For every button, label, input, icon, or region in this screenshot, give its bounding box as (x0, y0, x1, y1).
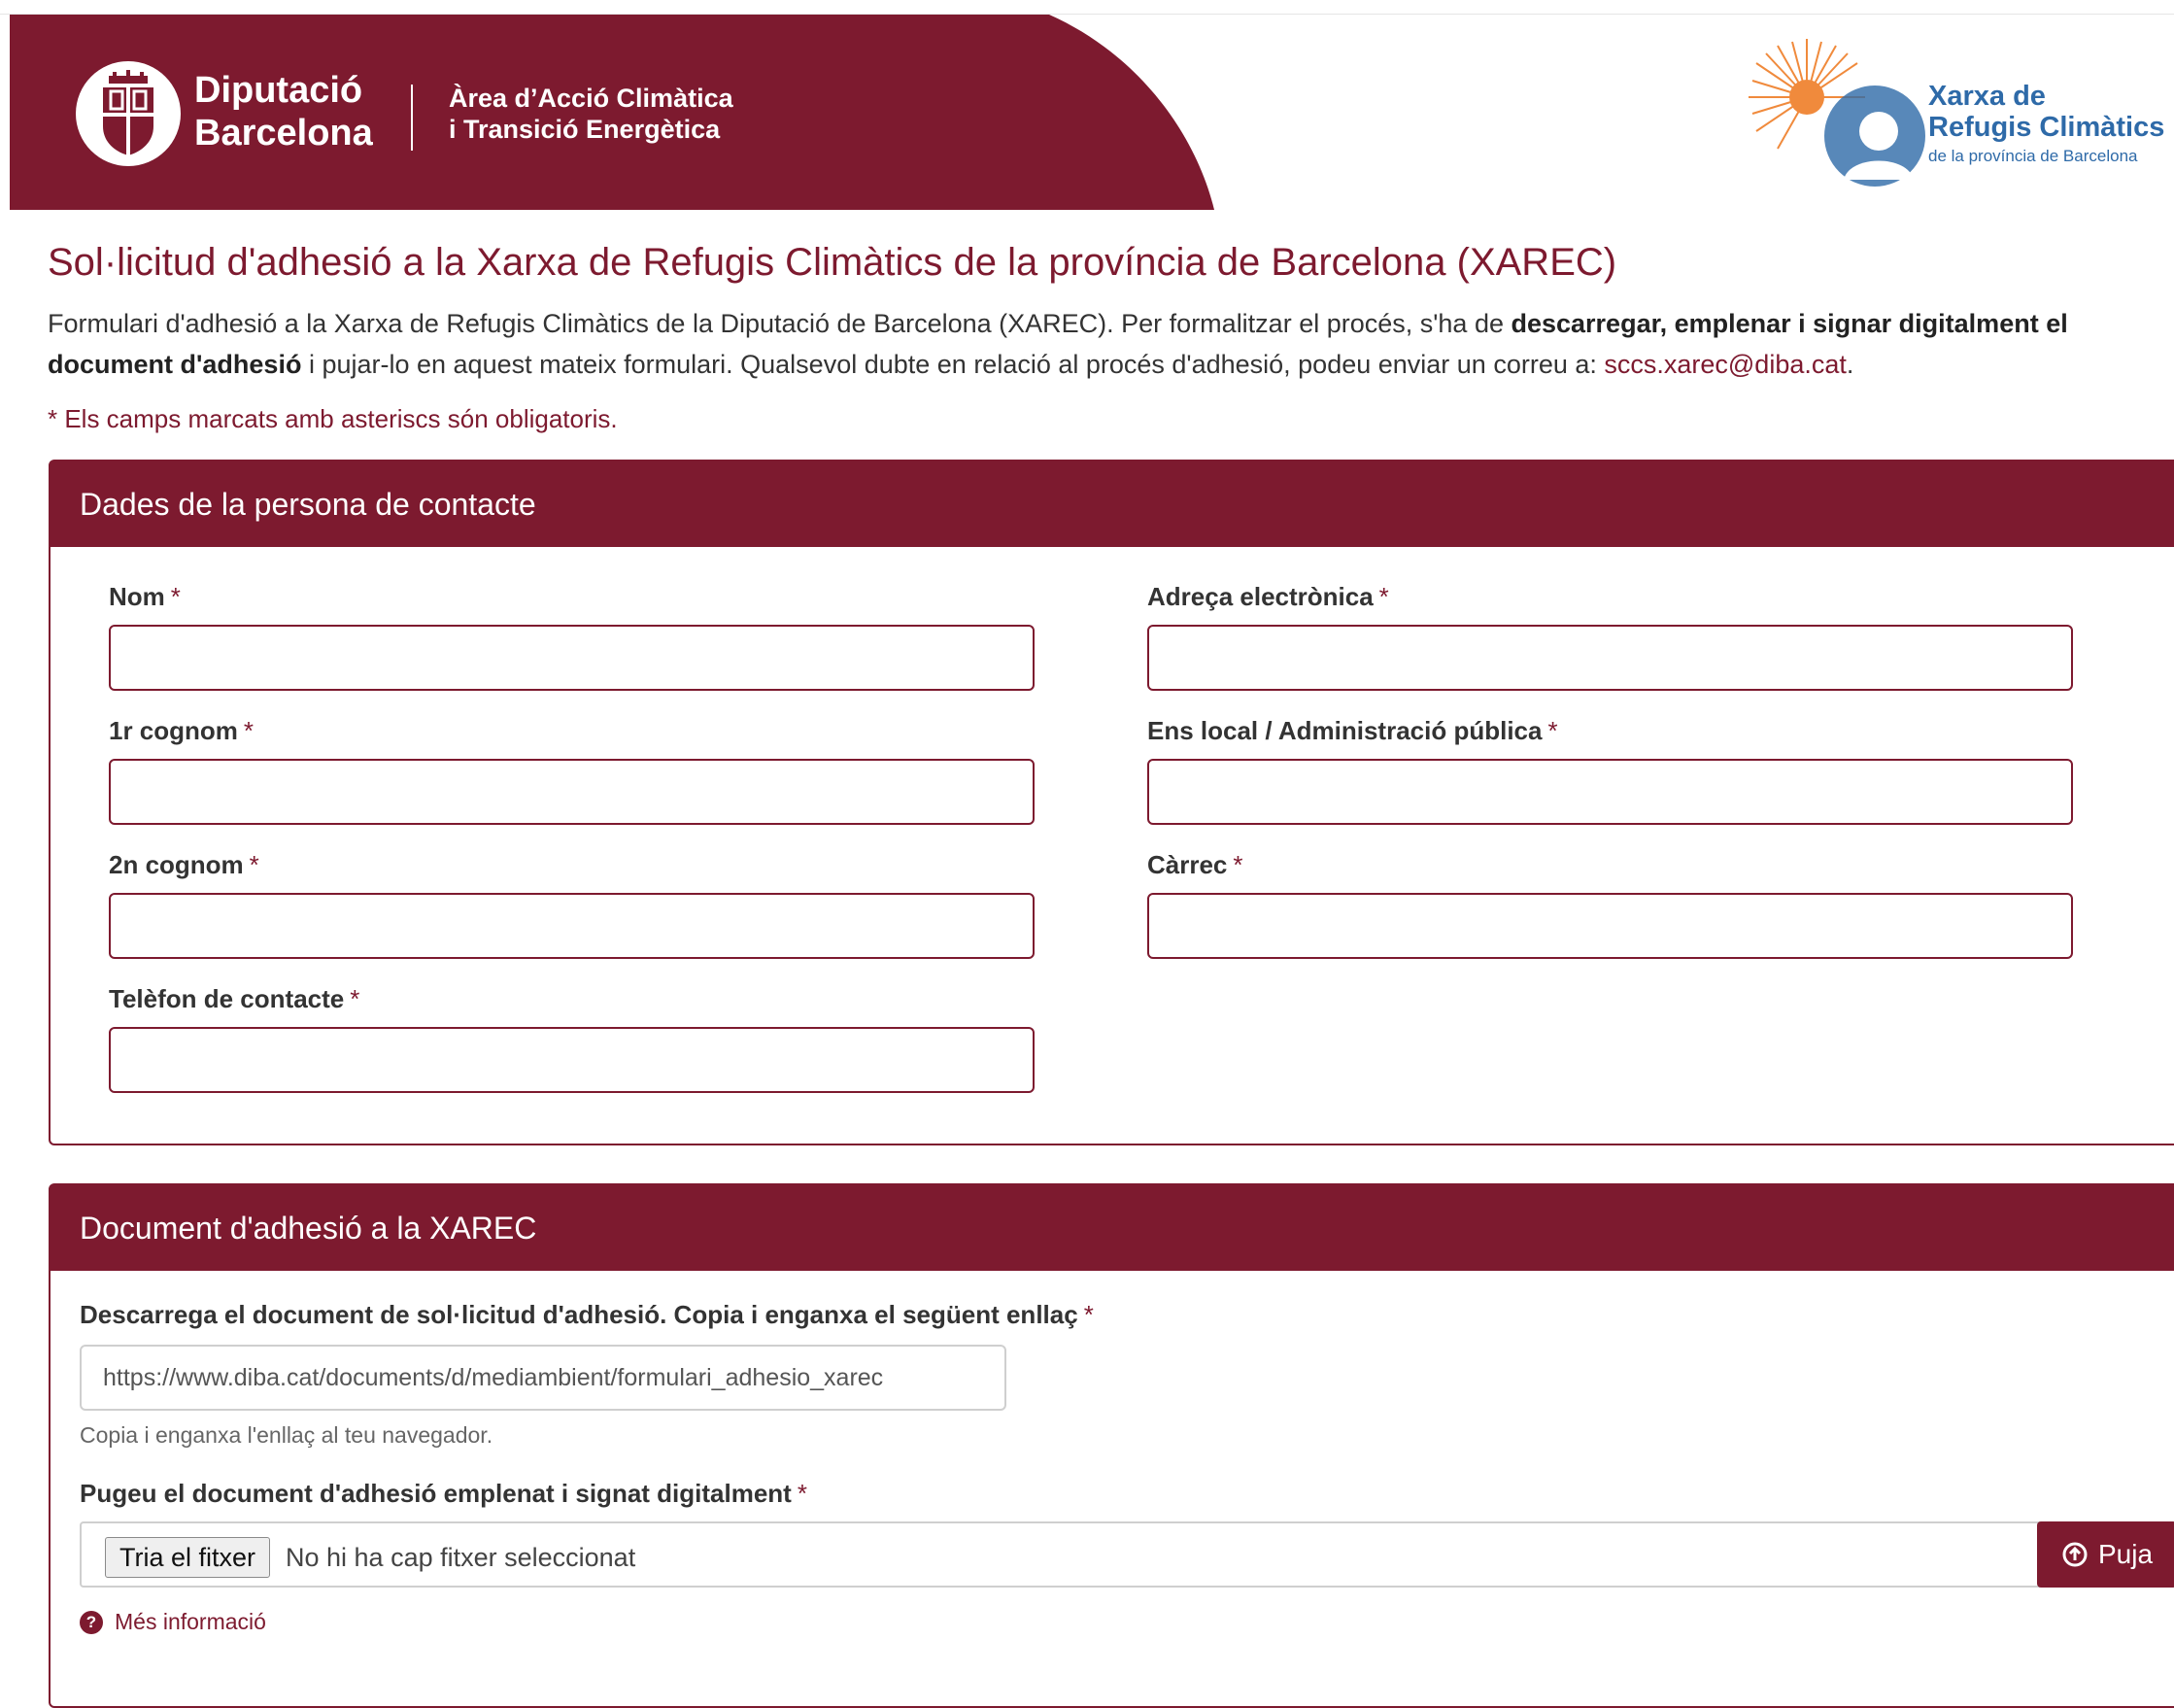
xarec-name: Xarxa de Refugis Climàtics (1928, 81, 2165, 143)
document-panel-heading: Document d'adhesió a la XAREC (51, 1185, 2174, 1271)
second-surname-input[interactable] (109, 893, 1035, 959)
upload-arrow-icon (2062, 1542, 2088, 1567)
second-surname-label: 2n cognom * (109, 850, 259, 879)
contact-panel: Dades de la persona de contacte Nom * 1r … (49, 460, 2174, 1145)
question-icon: ? (80, 1610, 103, 1634)
position-label: Càrrec * (1147, 850, 1243, 879)
link-help-text: Copia i enganxa l'enllaç al teu navegado… (80, 1422, 493, 1448)
site-header: Diputació Barcelona Àrea d’Acció Climàti… (10, 15, 2174, 210)
upload-button[interactable]: Puja (2037, 1521, 2174, 1588)
entity-label: Ens local / Administració pública * (1147, 716, 1558, 745)
choose-file-button[interactable]: Tria el fitxer (105, 1537, 271, 1578)
email-label: Adreça electrònica * (1147, 582, 1389, 611)
entity-input[interactable] (1147, 759, 2073, 825)
header-separator (411, 85, 413, 151)
required-fields-note: * Els camps marcats amb asteriscs són ob… (48, 404, 618, 433)
download-label: Descarrega el document de sol·licitud d'… (80, 1300, 1094, 1329)
diputacio-shield-icon[interactable] (76, 61, 181, 166)
upload-label: Pugeu el document d'adhesió emplenat i s… (80, 1479, 807, 1508)
phone-label: Telèfon de contacte * (109, 984, 360, 1013)
no-file-text: No hi ha cap fitxer seleccionat (286, 1543, 636, 1572)
first-surname-input[interactable] (109, 759, 1035, 825)
phone-input[interactable] (109, 1027, 1035, 1093)
first-surname-label: 1r cognom * (109, 716, 255, 745)
document-link-field[interactable]: https://www.diba.cat/documents/d/mediamb… (80, 1345, 1006, 1411)
document-panel: Document d'adhesió a la XAREC Descarrega… (49, 1183, 2174, 1708)
contact-email-link[interactable]: sccs.xarec@diba.cat (1604, 350, 1847, 379)
top-border (0, 0, 2174, 15)
area-name: Àrea d’Acció Climàtica i Transició Energ… (449, 84, 733, 144)
name-label: Nom * (109, 582, 181, 611)
email-input[interactable] (1147, 625, 2073, 691)
position-input[interactable] (1147, 893, 2073, 959)
page-title: Sol·licitud d'adhesió a la Xarxa de Refu… (48, 241, 1617, 284)
file-input[interactable]: Tria el fitxer No hi ha cap fitxer selec… (80, 1521, 2158, 1588)
intro-text: Formulari d'adhesió a la Xarxa de Refugi… (48, 309, 2068, 379)
more-info-link[interactable]: ? Més informació (80, 1609, 266, 1635)
diputacio-name[interactable]: Diputació Barcelona (194, 69, 373, 154)
contact-panel-heading: Dades de la persona de contacte (51, 461, 2174, 547)
xarec-subtitle: de la província de Barcelona (1928, 147, 2138, 165)
name-input[interactable] (109, 625, 1035, 691)
